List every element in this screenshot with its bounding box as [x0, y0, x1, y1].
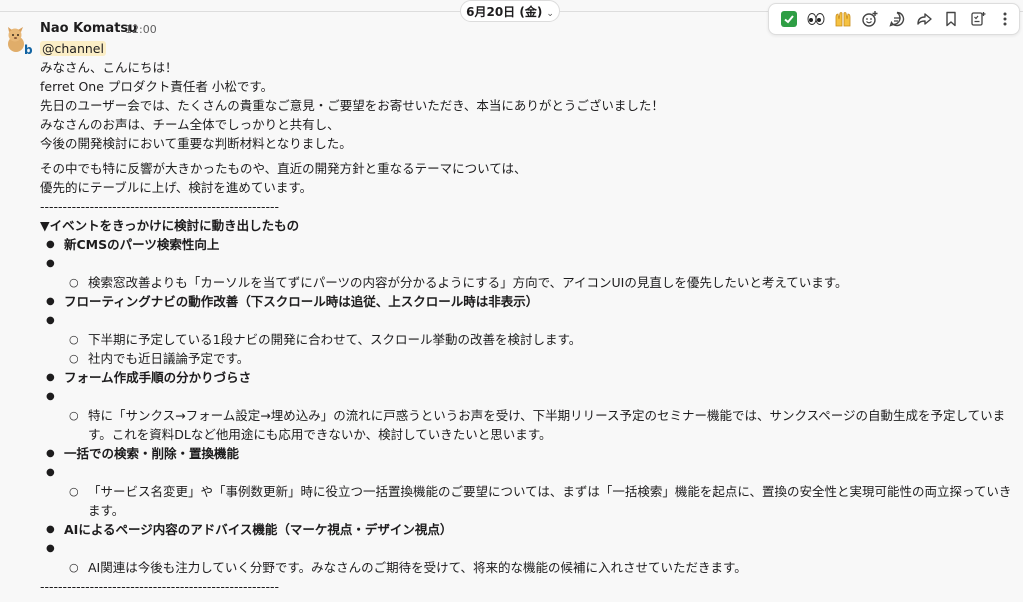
- channel-mention[interactable]: @channel: [40, 41, 106, 56]
- message-body: @channel みなさん、こんにちは！ ferret One プロダクト責任者…: [40, 39, 1015, 596]
- sender-name[interactable]: Nao Komatsu: [40, 21, 137, 36]
- separator-end: ----------------------------------------…: [40, 579, 280, 594]
- react-check-button[interactable]: [775, 5, 802, 33]
- list-sub-item: 「サービス名変更」や「事例数更新」時に役立つ一括置換機能のご要望については、まず…: [40, 482, 1015, 520]
- more-actions-icon: [1003, 12, 1007, 26]
- intro-line: 今後の開発検討において重要な判断材料となりました。: [40, 136, 352, 151]
- separator: ----------------------------------------…: [40, 199, 280, 214]
- empty-bullet: [40, 311, 1015, 330]
- check-emoji-icon: [780, 11, 797, 27]
- list-sub-item: 特に「サンクス→フォーム設定→埋め込み」の流れに戸惑うというお声を受け、下半期リ…: [40, 406, 1015, 444]
- intro-line: みなさん、こんにちは！: [40, 60, 178, 75]
- date-label: 6月20日 (金): [466, 5, 543, 19]
- add-to-list-button[interactable]: [965, 5, 992, 33]
- list-item-title: フローティングナビの動作改善（下スクロール時は追従、上スクロール時は非表示）: [40, 292, 1015, 311]
- intro-line: ferret One プロダクト責任者 小松です。: [40, 79, 274, 94]
- section-title: ▼イベントをきっかけに検討に動き出したもの: [40, 218, 300, 233]
- date-divider-button[interactable]: 6月20日 (金) ⌄: [460, 0, 560, 22]
- add-reaction-icon: [862, 11, 878, 27]
- intro-line: 先日のユーザー会では、たくさんの貴重なご意見・ご要望をお寄せいただき、本当にあり…: [40, 98, 664, 113]
- avatar-badge: b: [24, 43, 33, 57]
- empty-bullet: [40, 387, 1015, 406]
- intro-line: みなさんのお声は、チーム全体でしっかりと共有し、: [40, 117, 340, 132]
- list-sub-item: AI関連は今後も注力していく分野です。みなさんのご期待を受けて、将来的な機能の候…: [40, 558, 1015, 577]
- chevron-down-icon: ⌄: [546, 9, 554, 19]
- add-reaction-button[interactable]: [856, 5, 883, 33]
- list-item-title: 一括での検索・削除・置換機能: [40, 444, 1015, 463]
- forward-icon: [917, 13, 932, 25]
- message-actions-toolbar: [768, 3, 1020, 35]
- list-item-title: フォーム作成手順の分かりづらさ: [40, 368, 1015, 387]
- list-item-title: AIによるページ内容のアドバイス機能（マーケ視点・デザイン視点）: [40, 520, 1015, 539]
- eyes-emoji-icon: [807, 13, 825, 25]
- react-raised-hands-button[interactable]: [829, 5, 856, 33]
- intro2-line: 優先的にテーブルに上げ、検討を進めています。: [40, 180, 313, 195]
- empty-bullet: [40, 463, 1015, 482]
- bookmark-icon: [946, 11, 956, 27]
- list-sub-item: 社内でも近日議論予定です。: [40, 349, 1015, 368]
- list-item-title: 新CMSのパーツ検索性向上: [40, 235, 1015, 254]
- list-sub-item: 検索窓改善よりも「カーソルを当てずにパーツの内容が分かるようにする」方向で、アイ…: [40, 273, 1015, 292]
- more-actions-button[interactable]: [992, 5, 1019, 33]
- intro2-line: その中でも特に反響が大きかったものや、直近の開発方針と重なるテーマについては、: [40, 161, 527, 176]
- list-sub-item: 下半期に予定している1段ナビの開発に合わせて、スクロール挙動の改善を検討します。: [40, 330, 1015, 349]
- forward-message-button[interactable]: [911, 5, 938, 33]
- reply-in-thread-button[interactable]: [883, 5, 910, 33]
- react-eyes-button[interactable]: [802, 5, 829, 33]
- message-timestamp[interactable]: 12:00: [125, 23, 157, 36]
- empty-bullet: [40, 539, 1015, 558]
- add-to-list-icon: [971, 12, 986, 26]
- empty-bullet: [40, 254, 1015, 273]
- raised-hands-emoji-icon: [835, 12, 851, 27]
- reply-in-thread-icon: [889, 11, 905, 27]
- save-for-later-button[interactable]: [938, 5, 965, 33]
